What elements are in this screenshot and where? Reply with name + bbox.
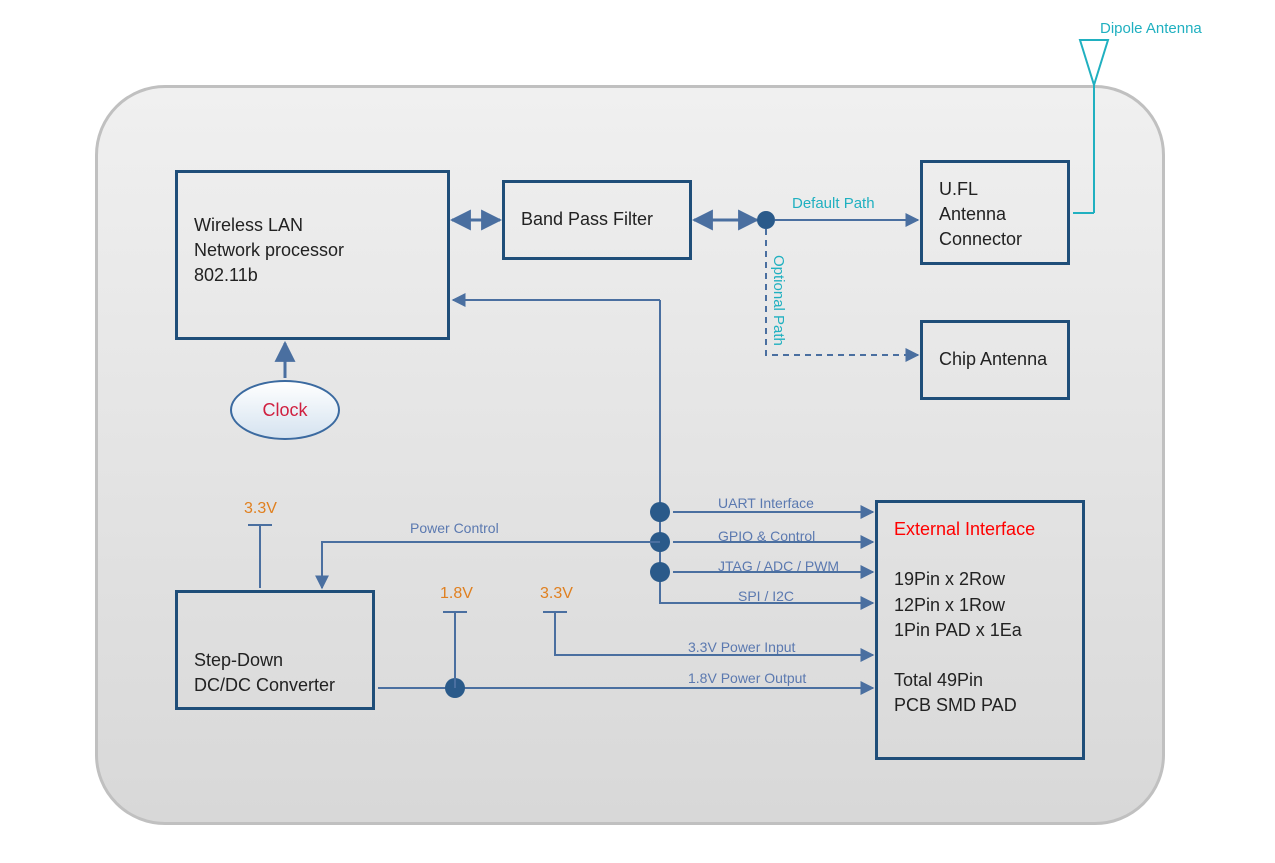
default-path-label: Default Path bbox=[792, 195, 875, 212]
band-pass-filter-label: Band Pass Filter bbox=[521, 207, 653, 232]
wlan-processor-label: Wireless LAN Network processor 802.11b bbox=[194, 215, 344, 285]
v33-left-label: 3.3V bbox=[244, 500, 277, 518]
dipole-antenna-label: Dipole Antenna bbox=[1100, 20, 1202, 37]
jtag-adc-pwm-label: JTAG / ADC / PWM bbox=[718, 558, 839, 574]
external-interface-body: 19Pin x 2Row 12Pin x 1Row 1Pin PAD x 1Ea… bbox=[894, 569, 1022, 715]
clock-label: Clock bbox=[262, 400, 307, 421]
v33-power-input-label: 3.3V Power Input bbox=[688, 639, 795, 655]
ufl-connector-block: U.FL Antenna Connector bbox=[920, 160, 1070, 265]
optional-path-label: Optional Path bbox=[770, 255, 787, 346]
external-interface-title: External Interface bbox=[894, 519, 1035, 539]
external-interface-block: External Interface 19Pin x 2Row 12Pin x … bbox=[875, 500, 1085, 760]
v33-right-label: 3.3V bbox=[540, 585, 573, 603]
dcdc-converter-block: Step-Down DC/DC Converter bbox=[175, 590, 375, 710]
band-pass-filter-block: Band Pass Filter bbox=[502, 180, 692, 260]
wlan-processor-block: Wireless LAN Network processor 802.11b bbox=[175, 170, 450, 340]
uart-interface-label: UART Interface bbox=[718, 495, 814, 511]
gpio-control-label: GPIO & Control bbox=[718, 528, 815, 544]
chip-antenna-label: Chip Antenna bbox=[939, 347, 1047, 372]
spi-i2c-label: SPI / I2C bbox=[738, 588, 794, 604]
dcdc-converter-label: Step-Down DC/DC Converter bbox=[194, 650, 335, 695]
ufl-connector-label: U.FL Antenna Connector bbox=[939, 179, 1022, 249]
clock-block: Clock bbox=[230, 380, 340, 440]
v18-power-output-label: 1.8V Power Output bbox=[688, 670, 806, 686]
chip-antenna-block: Chip Antenna bbox=[920, 320, 1070, 400]
v18-label: 1.8V bbox=[440, 585, 473, 603]
power-control-label: Power Control bbox=[410, 520, 499, 536]
